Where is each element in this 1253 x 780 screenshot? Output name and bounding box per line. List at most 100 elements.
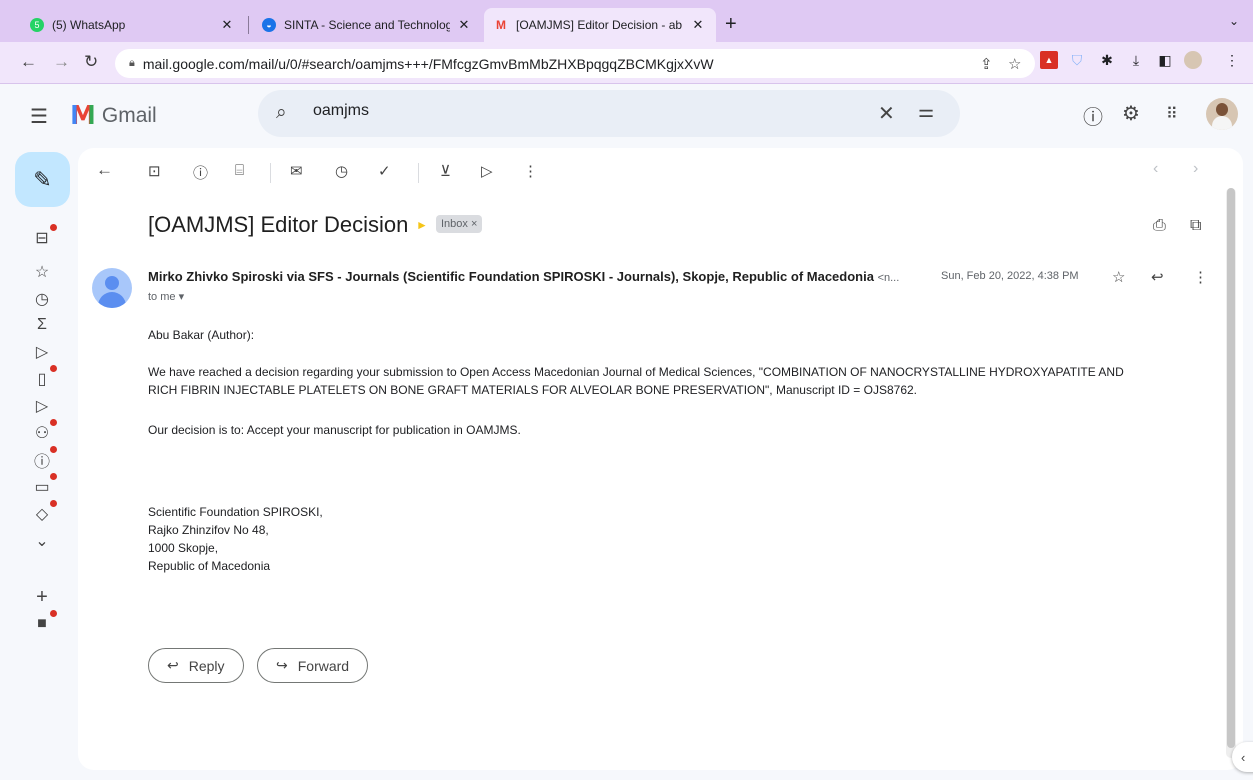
tab-search-chevron-icon[interactable]: ⌄ [1229,14,1239,28]
star-icon[interactable]: ☆ [1112,268,1125,286]
reply-icon[interactable]: ↩ [1151,268,1164,286]
message-more-icon[interactable]: ⋮ [1193,268,1208,286]
tab-divider [248,16,249,34]
reload-icon[interactable]: ↻ [84,53,98,71]
extension-red-icon[interactable]: ▲ [1040,51,1058,69]
profile-avatar-icon[interactable] [1184,51,1202,69]
email-date: Sun, Feb 20, 2022, 4:38 PM [941,270,1079,282]
tab-sinta[interactable]: ◒ SINTA - Science and Technolog ✕ [252,8,482,42]
forward-label: Forward [297,657,350,674]
tab-whatsapp[interactable]: 5 (5) WhatsApp ✕ [20,8,245,42]
download-icon[interactable]: ⤓ [1127,51,1145,69]
forward-icon: ↪ [276,657,288,673]
categories-label-icon[interactable]: ▷ [30,394,54,418]
recipient-details[interactable]: to me ▾ [148,290,184,303]
older-chevron-icon[interactable]: › [1193,160,1198,178]
email-greeting: Abu Bakar (Author): [148,328,255,342]
gmail-icon: M [496,18,506,32]
browser-menu-icon[interactable]: ⋮ [1223,51,1241,69]
promotions-tag-icon[interactable]: ◇ [30,500,57,526]
newer-chevron-icon[interactable]: ‹ [1153,160,1158,178]
sinta-icon: ◒ [262,18,276,32]
forums-icon[interactable]: ▭ [30,473,57,499]
search-bar: ⌕ ✕ ⚌ [258,90,960,137]
updates-icon[interactable]: ⓘ [30,446,57,472]
important-icon[interactable]: Σ [30,313,54,337]
close-tab-icon[interactable]: ✕ [456,17,472,33]
social-icon[interactable]: ⚇ [30,419,57,445]
avatar-body [98,292,126,308]
more-options-icon[interactable]: ⋮ [523,162,538,180]
tab-gmail[interactable]: M [OAMJMS] Editor Decision - ab ✕ [484,8,716,42]
signature-line: Republic of Macedonia [148,559,271,573]
help-icon[interactable]: ⓘ [1083,101,1103,130]
email-paragraph-line-2: RICH FIBRIN INJECTABLE PLATELETS ON BONE… [148,383,918,397]
close-tab-icon[interactable]: ✕ [690,17,706,33]
compose-button[interactable]: ✎ [15,152,70,207]
side-panel-icon[interactable]: ◧ [1156,51,1174,69]
drafts-icon[interactable]: ▯ [30,365,57,391]
add-label-icon[interactable]: + [30,585,54,609]
lock-icon[interactable]: 🔒︎ [129,57,135,70]
reply-icon: ↩ [167,657,179,673]
email-paragraph-line-1: We have reached a decision regarding you… [148,365,1124,379]
label-icon[interactable]: ▷ [481,162,493,180]
new-tab-button[interactable]: + [725,14,737,34]
forward-arrow-icon[interactable]: → [53,53,70,71]
sent-icon[interactable]: ▷ [30,340,54,364]
extensions-puzzle-icon[interactable]: ✱ [1098,51,1116,69]
reply-label: Reply [188,657,225,674]
tab-title: SINTA - Science and Technolog [284,18,450,32]
reply-button[interactable]: ↩ Reply [148,648,244,683]
snooze-icon[interactable]: ◷ [335,162,348,180]
extension-shield-icon[interactable]: ⛉ [1068,51,1086,69]
unread-dot [50,419,57,426]
main-menu-icon[interactable]: ☰ [30,104,48,129]
clear-search-icon[interactable]: ✕ [878,101,895,126]
account-avatar[interactable] [1206,98,1238,130]
address-bar[interactable]: 🔒︎ mail.google.com/mail/u/0/#search/oamj… [115,49,1035,78]
browser-tab-strip: 5 (5) WhatsApp ✕ ◒ SINTA - Science and T… [0,0,1253,42]
scrollbar[interactable] [1226,188,1236,758]
move-to-icon[interactable]: ⊻ [440,162,451,180]
print-icon[interactable]: ⎙ [1153,217,1166,235]
label-tag-icon[interactable]: ■ [30,610,57,636]
inbox-label-badge[interactable]: Inbox × [436,215,483,233]
toolbar-divider [270,163,271,183]
back-arrow-icon[interactable]: ← [20,53,37,71]
report-spam-icon[interactable]: ⓘ [193,162,208,183]
starred-icon[interactable]: ☆ [30,260,54,284]
mark-unread-icon[interactable]: ✉ [290,162,303,180]
bookmark-star-icon[interactable]: ☆ [1008,55,1021,73]
important-marker-icon[interactable]: ► [416,218,428,232]
snoozed-icon[interactable]: ◷ [30,287,54,311]
more-chevron-icon[interactable]: ⌄ [30,529,54,553]
google-apps-icon[interactable]: ⠿ [1166,104,1178,124]
sender-name: Mirko Zhivko Spiroski via SFS - Journals… [148,269,874,284]
signature-line: Rajko Zhinzifov No 48, [148,523,269,537]
scrollbar-thumb[interactable] [1227,188,1235,748]
email-subject: [OAMJMS] Editor Decision [148,212,409,237]
search-options-icon[interactable]: ⚌ [918,101,934,122]
delete-trash-icon[interactable]: ⌸ [235,162,244,179]
sender-line: Mirko Zhivko Spiroski via SFS - Journals… [148,269,938,284]
gmail-header: ☰ M Gmail ⌕ ✕ ⚌ ⓘ ⚙ ⠿ [0,84,1253,148]
add-to-tasks-icon[interactable]: ✓ [378,162,391,180]
back-to-list-icon[interactable]: ← [96,160,113,180]
sender-avatar[interactable] [92,268,132,308]
sender-address: <n... [877,272,900,284]
inbox-icon[interactable]: ⊟ [30,224,57,250]
archive-icon[interactable]: ⊡ [148,162,161,180]
close-tab-icon[interactable]: ✕ [219,17,235,33]
share-icon[interactable]: ⇪ [980,55,993,73]
gmail-m-icon: M [70,101,96,131]
open-new-window-icon[interactable]: ⧉ [1190,217,1201,235]
gmail-logo[interactable]: M Gmail [70,102,157,130]
signature-line: Scientific Foundation SPIROSKI, [148,505,323,519]
unread-dot [50,224,57,231]
settings-gear-icon[interactable]: ⚙ [1122,101,1140,126]
forward-button[interactable]: ↪ Forward [257,648,369,683]
search-input[interactable] [313,102,813,120]
search-icon[interactable]: ⌕ [276,102,287,124]
tab-title: (5) WhatsApp [52,18,126,32]
